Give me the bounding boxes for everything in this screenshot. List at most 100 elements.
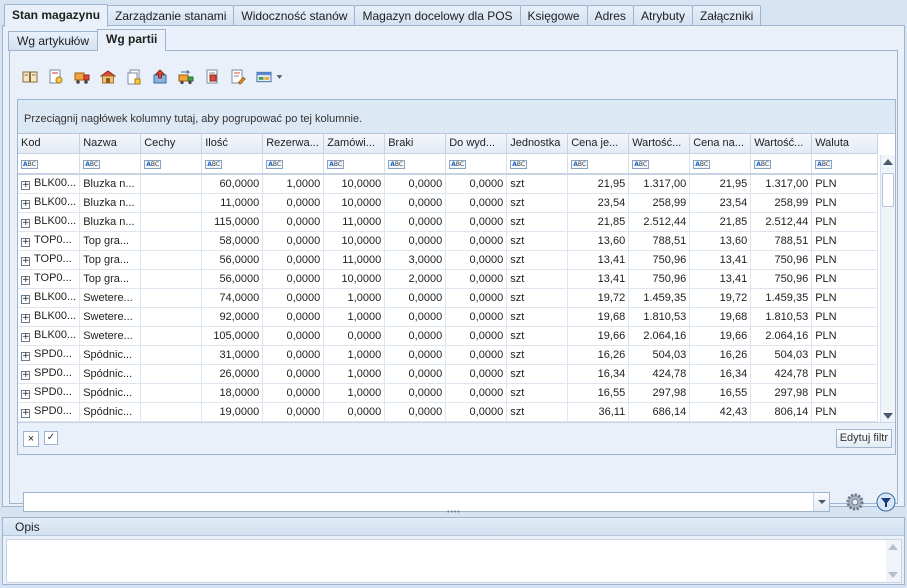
table-row[interactable]: + TOP0... Top gra... 56,0000 0,0000 11,0000 3,…	[18, 250, 879, 270]
filter-cell[interactable]: ABC	[506, 153, 569, 175]
cell-text: 1.459,35	[765, 291, 809, 304]
book-icon[interactable]	[20, 67, 40, 87]
filter-cell[interactable]: ABC	[79, 153, 142, 175]
cell-text: 0,0000	[408, 348, 443, 361]
expand-row-icon[interactable]: +	[21, 295, 30, 304]
scroll-thumb[interactable]	[882, 173, 894, 207]
column-header[interactable]: Braki	[384, 134, 447, 154]
layout-dropdown-icon[interactable]	[254, 67, 288, 87]
cell-text: 0,0000	[469, 253, 504, 266]
combo-dropdown-button[interactable]	[813, 493, 829, 511]
document-pencil-icon[interactable]	[228, 67, 248, 87]
table-cell: + BLK00...	[18, 212, 81, 232]
truck-icon[interactable]	[72, 67, 92, 87]
scroll-up-icon[interactable]	[883, 159, 893, 165]
table-row[interactable]: + SPD0... Spódnic... 26,0000 0,0000 1,0000 0,0…	[18, 364, 879, 384]
expand-row-icon[interactable]: +	[21, 219, 30, 228]
filter-cell[interactable]: ABC	[18, 153, 81, 175]
subtab-wg-artykulow[interactable]: Wg artykułów	[8, 31, 99, 51]
scroll-down-icon[interactable]	[883, 413, 893, 419]
filter-cell[interactable]: ABC	[323, 153, 386, 175]
document-search-icon[interactable]	[46, 67, 66, 87]
tab-zalaczniki[interactable]: Załączniki	[691, 5, 762, 26]
table-row[interactable]: + SPD0... Spódnic... 18,0000 0,0000 1,0000 0,0…	[18, 383, 879, 403]
column-header[interactable]: Cechy	[140, 134, 203, 154]
table-row[interactable]: + BLK00... Swetere... 92,0000 0,0000 1,0000 0,…	[18, 307, 879, 327]
column-header[interactable]: Cena je...	[567, 134, 630, 154]
tab-stan-magazynu[interactable]: Stan magazynu	[4, 4, 109, 27]
gear-icon[interactable]	[846, 493, 864, 511]
document-copy-icon[interactable]	[124, 67, 144, 87]
expand-row-icon[interactable]: +	[21, 200, 30, 209]
subtab-wg-partii[interactable]: Wg partii	[97, 29, 167, 51]
tab-adres[interactable]: Adres	[586, 5, 634, 26]
opis-textarea[interactable]	[6, 539, 902, 583]
expand-row-icon[interactable]: +	[21, 181, 30, 191]
filter-cell[interactable]: ABC	[384, 153, 447, 175]
column-header[interactable]: Cena na...	[689, 134, 752, 154]
funnel-filter-icon[interactable]	[876, 492, 896, 512]
warehouse-icon[interactable]	[98, 67, 118, 87]
filter-enabled-checkbox[interactable]: ✓	[44, 431, 58, 445]
expand-row-icon[interactable]: +	[21, 314, 30, 323]
tab-zarzadzanie-stanami[interactable]: Zarządzanie stanami	[107, 5, 235, 26]
column-header[interactable]: Do wyd...	[445, 134, 508, 154]
document-red-icon[interactable]	[202, 67, 222, 87]
opis-scroll-down-icon[interactable]	[888, 572, 898, 578]
filter-cell[interactable]: ABC	[689, 153, 752, 175]
expand-row-icon[interactable]: +	[21, 257, 30, 266]
opis-scroll-up-icon[interactable]	[888, 544, 898, 550]
truck-transfer-icon[interactable]	[176, 67, 196, 87]
filter-cell[interactable]: ABC	[445, 153, 508, 175]
opis-scrollbar[interactable]	[886, 540, 901, 582]
tab-magazyn-docelowy-dla-pos[interactable]: Magazyn docelowy dla POS	[354, 5, 521, 26]
table-row[interactable]: + BLK00... Bluzka n... 60,0000 1,0000 10,0000…	[18, 174, 879, 194]
table-row[interactable]: + TOP0... Top gra... 58,0000 0,0000 10,0000 0,…	[18, 231, 879, 251]
filter-combo[interactable]	[23, 492, 830, 512]
tab-widocznosc-stanow[interactable]: Widoczność stanów	[233, 5, 356, 26]
filter-cell[interactable]: ABC	[750, 153, 813, 175]
panel-splitter[interactable]: ••••	[447, 509, 461, 516]
group-by-panel[interactable]: Przeciągnij nagłówek kolumny tutaj, aby …	[18, 100, 895, 134]
filter-cell[interactable]: ABC	[567, 153, 630, 175]
filter-cell[interactable]: ABC	[262, 153, 325, 175]
filter-cell[interactable]: ABC	[201, 153, 264, 175]
table-cell: 36,11	[567, 402, 630, 422]
expand-row-icon[interactable]: +	[21, 409, 30, 418]
table-row[interactable]: + SPD0... Spódnic... 31,0000 0,0000 1,0000 0,0…	[18, 345, 879, 365]
filter-cell[interactable]: ABC	[628, 153, 691, 175]
table-row[interactable]: + TOP0... Top gra... 56,0000 0,0000 10,0000 2,…	[18, 269, 879, 289]
tab-atrybuty[interactable]: Atrybuty	[632, 5, 693, 26]
table-cell: 16,34	[689, 364, 752, 384]
table-row[interactable]: + BLK00... Bluzka n... 11,0000 0,0000 10,0000…	[18, 193, 879, 213]
table-cell: 10,0000	[323, 174, 386, 194]
table-row[interactable]: + SPD0... Spódnic... 19,0000 0,0000 0,0000 0,0…	[18, 402, 879, 422]
expand-row-icon[interactable]: +	[21, 371, 30, 380]
cell-text: 1.317,00	[643, 177, 687, 190]
expand-row-icon[interactable]: +	[21, 352, 30, 361]
table-row[interactable]: + BLK00... Swetere... 105,0000 0,0000 0,0000 0…	[18, 326, 879, 346]
expand-row-icon[interactable]: +	[21, 390, 30, 399]
export-icon[interactable]	[150, 67, 170, 87]
edit-filter-button[interactable]: Edytuj filtr	[835, 429, 892, 448]
column-header[interactable]: Wartość...	[750, 134, 813, 154]
column-header[interactable]: Nazwa	[79, 134, 142, 154]
tab-ksiegowe[interactable]: Księgowe	[519, 5, 588, 26]
clear-filter-icon[interactable]: ×	[23, 431, 39, 447]
column-header[interactable]: Jednostka	[506, 134, 569, 154]
grid-vertical-scrollbar[interactable]	[880, 155, 895, 423]
filter-cell[interactable]: ABC	[140, 153, 203, 175]
expand-row-icon[interactable]: +	[21, 238, 30, 247]
column-header[interactable]: Kod	[18, 134, 81, 154]
expand-row-icon[interactable]: +	[21, 333, 30, 342]
cell-text: PLN	[815, 234, 837, 247]
column-header[interactable]: Wartość...	[628, 134, 691, 154]
filter-cell[interactable]: ABC	[811, 153, 879, 175]
expand-row-icon[interactable]: +	[21, 276, 30, 285]
table-row[interactable]: + BLK00... Bluzka n... 115,0000 0,0000 11,000…	[18, 212, 879, 232]
column-header[interactable]: Zamówi...	[323, 134, 386, 154]
column-header[interactable]: Rezerwa...	[262, 134, 325, 154]
table-row[interactable]: + BLK00... Swetere... 74,0000 0,0000 1,0000 0,…	[18, 288, 879, 308]
column-header[interactable]: Waluta	[811, 134, 879, 154]
column-header[interactable]: Ilość	[201, 134, 264, 154]
